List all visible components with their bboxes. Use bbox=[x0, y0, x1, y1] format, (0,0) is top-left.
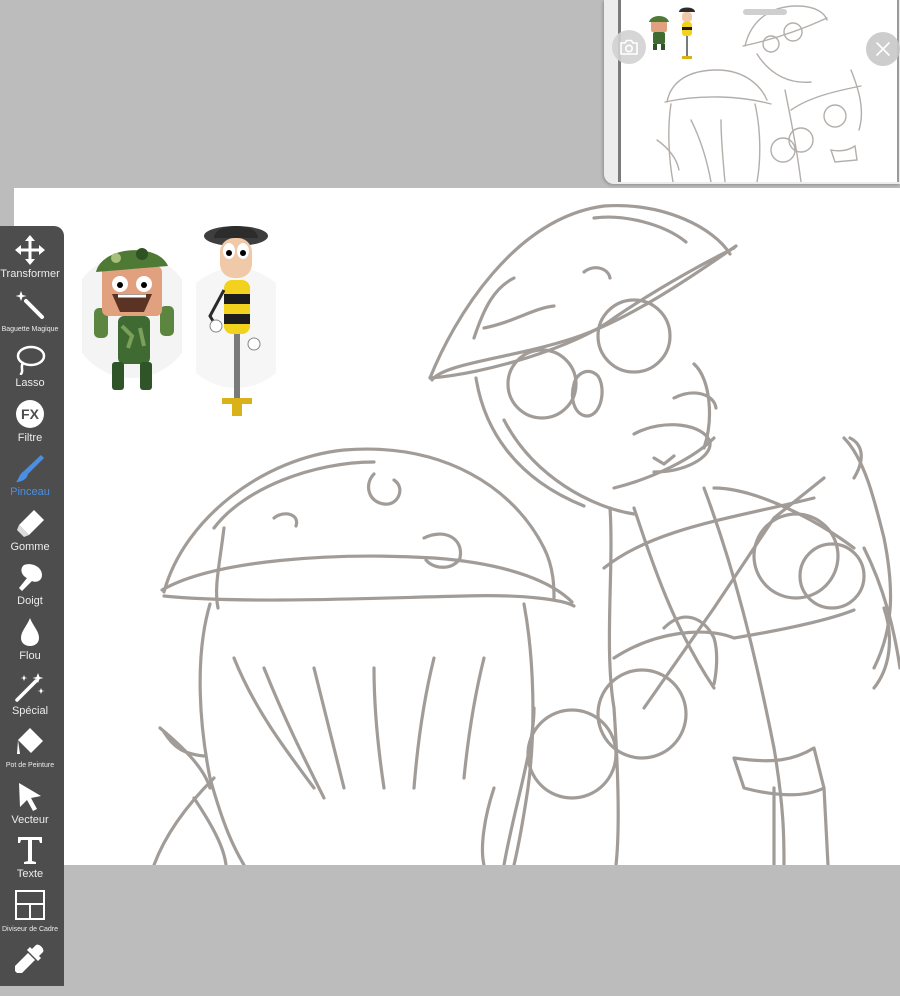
tool-frame-divider[interactable]: Diviseur de Cadre bbox=[0, 889, 60, 943]
svg-text:FX: FX bbox=[21, 406, 40, 422]
tool-eraser[interactable]: Gomme bbox=[0, 507, 60, 561]
text-t-icon bbox=[18, 837, 42, 864]
eyedropper-icon bbox=[15, 944, 44, 973]
tool-lasso-label: Lasso bbox=[15, 377, 45, 389]
preview-drag-handle[interactable] bbox=[743, 9, 787, 15]
magic-wand-icon bbox=[15, 291, 44, 319]
tool-transform[interactable]: Transformer bbox=[0, 234, 60, 288]
eraser-icon bbox=[17, 510, 44, 537]
close-icon bbox=[876, 42, 890, 56]
preview-sticker-soldier bbox=[649, 16, 669, 50]
tool-text-label: Texte bbox=[16, 868, 44, 880]
preview-sticker-pogo bbox=[679, 7, 695, 59]
frame-divider-icon bbox=[15, 890, 45, 920]
tool-smudge-label: Doigt bbox=[17, 595, 43, 607]
camera-button[interactable] bbox=[612, 30, 646, 64]
tool-special-label: Spécial bbox=[11, 705, 49, 717]
move-arrows-icon bbox=[15, 235, 45, 265]
tool-lasso[interactable]: Lasso bbox=[0, 343, 60, 397]
tool-blur[interactable]: Flou bbox=[0, 616, 60, 670]
cursor-arrow-icon bbox=[19, 783, 41, 811]
tool-filter-label: Filtre bbox=[17, 432, 43, 444]
tool-vector-label: Vecteur bbox=[11, 814, 49, 826]
finger-icon bbox=[19, 564, 42, 591]
tool-frame-divider-label: Diviseur de Cadre bbox=[1, 926, 59, 933]
sparkle-wand-icon bbox=[15, 673, 45, 702]
tool-bar: Transformer Baguette Magique Lasso FX Fi… bbox=[0, 226, 64, 986]
tool-paint-bucket[interactable]: Pot de Peinture bbox=[0, 725, 60, 779]
brush-icon bbox=[16, 455, 44, 482]
tool-filter[interactable]: FX Filtre bbox=[0, 398, 60, 452]
close-preview-button[interactable] bbox=[866, 32, 900, 66]
fx-icon: FX bbox=[16, 400, 44, 428]
pogo-character-sticker[interactable] bbox=[196, 218, 276, 428]
drop-icon bbox=[21, 618, 39, 646]
tool-magic-wand-label: Baguette Magique bbox=[1, 326, 59, 333]
tool-smudge[interactable]: Doigt bbox=[0, 561, 60, 615]
camo-soldier-sticker[interactable] bbox=[82, 236, 182, 396]
tool-eyedropper[interactable] bbox=[0, 942, 60, 996]
tool-transform-label: Transformer bbox=[0, 268, 60, 280]
tool-blur-label: Flou bbox=[19, 650, 41, 662]
reference-preview-window[interactable] bbox=[604, 0, 900, 184]
tool-text[interactable]: Texte bbox=[0, 834, 60, 888]
drawing-canvas[interactable] bbox=[14, 188, 900, 865]
tool-paint-bucket-label: Pot de Peinture bbox=[5, 762, 55, 769]
tool-eraser-label: Gomme bbox=[10, 541, 50, 553]
tool-brush-label: Pinceau bbox=[10, 486, 50, 498]
tool-magic-wand[interactable]: Baguette Magique bbox=[0, 289, 60, 343]
paint-bucket-icon bbox=[17, 728, 43, 754]
tool-vector[interactable]: Vecteur bbox=[0, 780, 60, 834]
tool-special[interactable]: Spécial bbox=[0, 671, 60, 725]
preview-page bbox=[618, 0, 899, 182]
tool-brush[interactable]: Pinceau bbox=[0, 452, 60, 506]
lasso-icon bbox=[16, 345, 46, 375]
camera-icon bbox=[620, 39, 638, 55]
